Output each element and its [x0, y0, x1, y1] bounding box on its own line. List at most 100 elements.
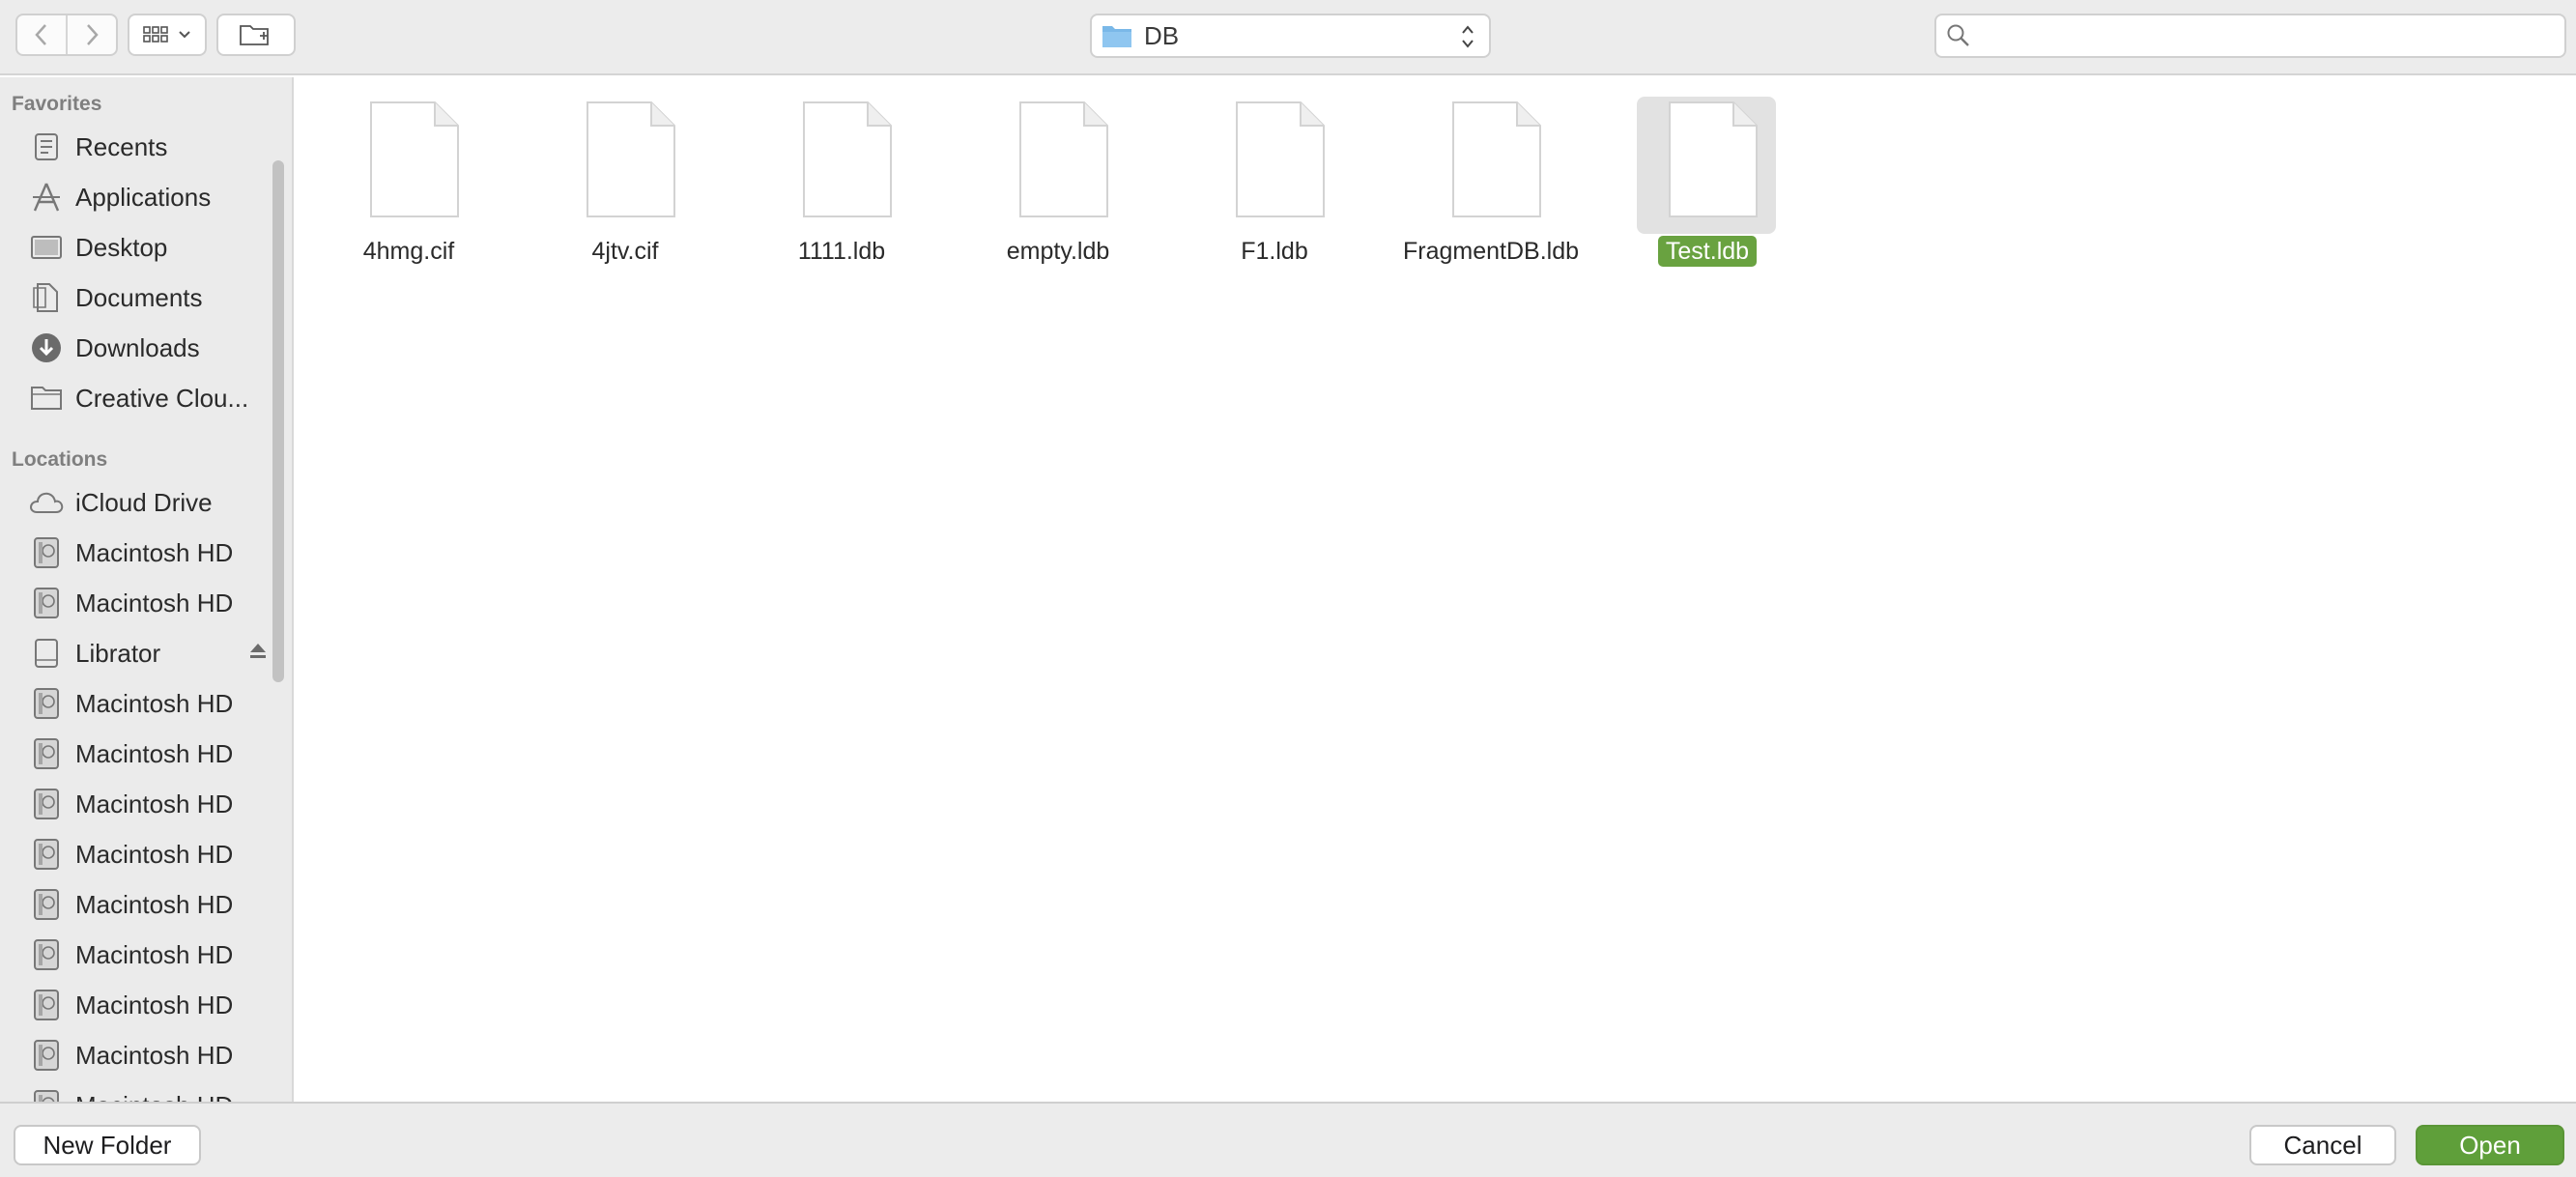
updown-arrows-icon	[1462, 25, 1474, 48]
file-item[interactable]: 4hmg.cif	[336, 91, 481, 342]
locations-heading: Locations	[12, 448, 108, 471]
document-icon	[587, 101, 675, 217]
chevron-down-icon	[179, 31, 190, 39]
hard-drive-icon	[34, 1090, 59, 1102]
applications-icon	[33, 183, 60, 212]
new-folder-toolbar-button[interactable]	[216, 14, 296, 56]
sidebar-item-label: Macintosh HD	[75, 990, 234, 1019]
hard-drive-icon	[34, 990, 59, 1020]
sidebar-item-label: Macintosh HD	[75, 537, 234, 567]
sidebar-item-label: Librator	[75, 638, 161, 668]
sidebar-item-macintosh-hd[interactable]: Macintosh HD	[27, 783, 259, 825]
back-button[interactable]	[17, 15, 66, 54]
sidebar-item-macintosh-hd[interactable]: Macintosh HD	[27, 531, 259, 574]
path-popup[interactable]: DB	[1090, 14, 1491, 58]
sidebar-item-macintosh-hd[interactable]: Macintosh HD	[27, 883, 259, 926]
open-button[interactable]: Open	[2416, 1125, 2564, 1165]
hard-drive-icon	[34, 939, 59, 970]
view-mode-button[interactable]	[128, 14, 207, 56]
hard-drive-icon	[34, 588, 59, 618]
sidebar-item-librator[interactable]: Librator	[27, 632, 266, 675]
search-icon	[1947, 24, 1969, 46]
sidebar-item-icloud-drive[interactable]: iCloud Drive	[27, 481, 259, 524]
file-name: F1.ldb	[1241, 238, 1308, 265]
sidebar-item-desktop[interactable]: Desktop	[27, 226, 259, 269]
desktop-icon	[31, 236, 62, 259]
sidebar-item-macintosh-hd[interactable]: Macintosh HD	[27, 1034, 259, 1077]
document-icon	[370, 101, 459, 217]
new-folder-icon	[240, 25, 269, 45]
sidebar-item-label: Macintosh HD	[75, 688, 234, 718]
sidebar-scrollbar-thumb[interactable]	[272, 160, 284, 682]
sidebar-item-downloads[interactable]: Downloads	[27, 327, 259, 369]
eject-icon[interactable]	[249, 642, 267, 661]
sidebar-item-macintosh-hd[interactable]: Macintosh HD	[27, 682, 259, 725]
folder-icon	[1102, 26, 1131, 47]
sidebar-item-label: Macintosh HD	[75, 889, 234, 919]
hard-drive-icon	[34, 889, 59, 920]
file-name: FragmentDB.ldb	[1402, 238, 1580, 265]
hard-drive-icon	[34, 537, 59, 568]
document-icon	[1669, 101, 1758, 217]
file-item-selected[interactable]: Test.ldb	[1635, 91, 1780, 342]
sidebar-item-label: Recents	[75, 131, 168, 161]
download-icon	[32, 333, 61, 362]
file-item[interactable]: F1.ldb	[1202, 91, 1347, 342]
sidebar-item-documents[interactable]: Documents	[27, 276, 259, 319]
document-icon	[33, 283, 58, 312]
navigation-buttons	[15, 14, 118, 56]
file-item[interactable]: FragmentDB.ldb	[1403, 91, 1579, 342]
sidebar-item-macintosh-hd[interactable]: Macintosh HD	[27, 732, 259, 775]
file-name: 4hmg.cif	[362, 238, 455, 265]
document-icon	[1019, 101, 1108, 217]
sidebar-item-macintosh-hd[interactable]: Macintosh HD	[27, 984, 259, 1026]
sidebar-item-label: Macintosh HD	[75, 738, 234, 768]
file-name: Test.ldb	[1657, 236, 1758, 267]
sidebar-item-label: iCloud Drive	[75, 487, 213, 517]
file-item[interactable]: 4jtv.cif	[553, 91, 698, 342]
document-icon	[1236, 101, 1325, 217]
path-label: DB	[1144, 20, 1180, 50]
search-input[interactable]	[1983, 19, 2553, 52]
hard-drive-icon	[34, 789, 59, 819]
hard-drive-icon	[34, 738, 59, 769]
sidebar-item-macintosh-hd[interactable]: Macintosh HD	[27, 933, 259, 976]
favorites-heading: Favorites	[12, 93, 102, 115]
file-item[interactable]: 1111.ldb	[769, 91, 914, 342]
sidebar-item-macintosh-hd[interactable]: Macintosh HD	[27, 833, 259, 876]
search-field[interactable]	[1934, 14, 2566, 58]
file-name: empty.ldb	[1006, 238, 1110, 265]
sidebar-item-label: Applications	[75, 182, 212, 212]
hard-drive-icon	[34, 839, 59, 870]
sidebar-item-macintosh-hd[interactable]: Macintosh HD	[27, 1084, 259, 1102]
sidebar-item-label: Downloads	[75, 332, 200, 362]
file-name: 4jtv.cif	[591, 238, 659, 265]
new-folder-button[interactable]: New Folder	[14, 1125, 201, 1165]
hard-drive-icon	[34, 1040, 59, 1071]
grid-view-icon	[143, 26, 168, 43]
document-icon	[803, 101, 892, 217]
cancel-button[interactable]: Cancel	[2249, 1125, 2396, 1165]
external-drive-icon	[35, 639, 58, 668]
file-item[interactable]: empty.ldb	[986, 91, 1131, 342]
sidebar-item-applications[interactable]: Applications	[27, 176, 259, 218]
forward-button[interactable]	[66, 15, 116, 54]
chevron-left-icon	[35, 24, 46, 45]
sidebar-item-label: Macintosh HD	[75, 588, 234, 617]
sidebar-item-label: Creative Clou...	[75, 383, 249, 413]
cloud-icon	[29, 492, 64, 513]
hard-drive-icon	[34, 688, 59, 719]
chevron-right-icon	[87, 24, 99, 45]
sidebar-item-macintosh-hd[interactable]: Macintosh HD	[27, 582, 259, 624]
toolbar: DB	[0, 0, 2576, 75]
sidebar-item-recents[interactable]: Recents	[27, 126, 259, 168]
folder-icon	[31, 387, 62, 410]
sidebar: Favorites Recents Applications Desktop D…	[0, 77, 294, 1102]
document-icon	[1452, 101, 1541, 217]
sidebar-item-label: Desktop	[75, 232, 168, 262]
sidebar-item-creative-cloud[interactable]: Creative Clou...	[27, 377, 259, 419]
dialog-footer: New Folder Cancel Open	[0, 1102, 2576, 1177]
sidebar-item-label: Documents	[75, 282, 203, 312]
file-name: 1111.ldb	[797, 238, 886, 265]
sidebar-item-label: Macintosh HD	[75, 1091, 233, 1103]
